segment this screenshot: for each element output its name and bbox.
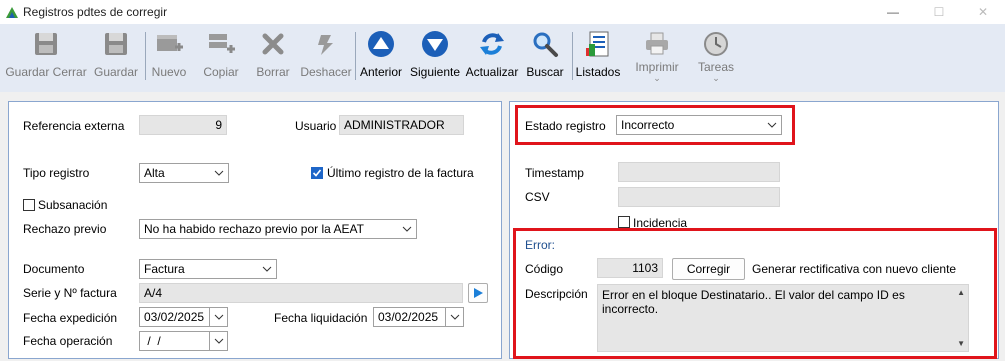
serie-lookup-button[interactable] [468,283,488,303]
documento-value: Factura [144,262,185,276]
delete-icon [257,29,289,59]
fecha-liquidacion-value: 03/02/2025 [378,310,439,324]
copy-icon [205,29,237,59]
estado-registro-select[interactable]: Incorrecto [616,115,782,135]
close-button[interactable]: ✕ [960,0,1005,24]
arrow-up-icon [365,29,397,59]
chevron-down-icon [258,260,276,278]
toolbar-separator [145,32,146,80]
codigo-label: Código [525,262,564,276]
arrow-down-icon [419,29,451,59]
documento-label: Documento [23,262,85,276]
rechazo-previo-select[interactable]: No ha habido rechazo previo por la AEAT [139,219,417,239]
tipo-registro-select[interactable]: Alta [139,163,229,183]
scroll-down-icon[interactable]: ▼ [957,339,965,348]
subsanacion-checkbox[interactable] [23,199,35,211]
fecha-expedicion-field[interactable]: 03/02/2025 [139,307,228,327]
generar-rectificativa-label: Generar rectificativa con nuevo cliente [752,262,957,276]
descripcion-value: Error en el bloque Destinatario.. El val… [602,288,905,316]
siguiente-button[interactable]: Siguiente [408,24,462,92]
incidencia-checkbox[interactable] [618,216,630,228]
chevron-down-icon[interactable] [209,308,227,326]
serie-factura-label: Serie y Nº factura [23,286,117,300]
listados-button[interactable]: Listados [574,24,622,92]
guardar-cerrar-button[interactable]: Guardar Cerrar [5,24,87,92]
ultimo-registro-label: Último registro de la factura [327,166,474,180]
clock-icon [700,29,732,59]
chevron-down-icon [210,164,228,182]
report-list-icon [582,29,614,59]
serie-factura-field[interactable]: A/4 [139,283,463,303]
ultimo-registro-checkbox[interactable] [311,167,323,179]
save-icon [100,29,132,59]
subsanacion-label: Subsanación [38,198,108,212]
tipo-registro-value: Alta [144,166,165,180]
fecha-expedicion-value: 03/02/2025 [144,310,205,324]
anterior-button[interactable]: Anterior [357,24,405,92]
fecha-liquidacion-field[interactable]: 03/02/2025 [373,307,464,327]
refresh-icon [476,29,508,59]
check-icon [312,169,322,177]
error-section-label: Error: [525,238,555,252]
csv-label: CSV [525,190,550,204]
window-title: Registros pdtes de corregir [23,5,168,19]
estado-registro-value: Incorrecto [621,118,675,132]
chevron-down-icon [763,116,781,134]
chevron-down-icon: ⌄ [653,73,661,83]
tareas-button[interactable]: Tareas ⌄ [694,24,738,92]
rechazo-previo-label: Rechazo previo [23,222,107,236]
csv-field[interactable] [618,187,780,207]
maximize-button[interactable]: ☐ [916,0,962,24]
codigo-field[interactable]: 1103 [597,258,663,278]
corregir-button[interactable]: Corregir [672,258,745,280]
play-icon [474,288,483,298]
scroll-up-icon[interactable]: ▲ [957,288,965,297]
timestamp-label: Timestamp [525,166,584,180]
toolbar: Guardar Cerrar Guardar Nuevo Copiar Borr… [0,24,1005,92]
chevron-down-icon [398,220,416,238]
usuario-field[interactable]: ADMINISTRADOR [339,115,464,135]
actualizar-button[interactable]: Actualizar [464,24,520,92]
fecha-liquidacion-label: Fecha liquidación [274,311,368,325]
new-icon [153,29,185,59]
app-icon [6,7,18,18]
descripcion-textarea[interactable]: Error en el bloque Destinatario.. El val… [597,284,969,352]
imprimir-button[interactable]: Imprimir ⌄ [632,24,682,92]
registro-panel: Referencia externa 9 Usuario ADMINISTRAD… [8,101,502,359]
borrar-button[interactable]: Borrar [252,24,294,92]
fecha-expedicion-label: Fecha expedición [23,311,118,325]
fecha-operacion-label: Fecha operación [23,334,113,348]
minimize-button[interactable]: — [870,0,916,24]
fecha-operacion-field[interactable]: / / [139,331,228,351]
title-bar: Registros pdtes de corregir — ☐ ✕ [0,0,1005,24]
chevron-down-icon[interactable] [209,332,227,350]
usuario-label: Usuario [295,119,337,133]
copiar-button[interactable]: Copiar [199,24,243,92]
timestamp-field[interactable] [618,162,780,182]
deshacer-button[interactable]: Deshacer [300,24,352,92]
buscar-button[interactable]: Buscar [524,24,566,92]
referencia-externa-field[interactable]: 9 [139,115,227,135]
rechazo-previo-value: No ha habido rechazo previo por la AEAT [144,222,364,236]
referencia-externa-label: Referencia externa [23,119,125,133]
fecha-operacion-value: / / [144,334,161,348]
chevron-down-icon: ⌄ [712,73,720,83]
save-close-icon [30,29,62,59]
estado-registro-label: Estado registro [525,119,606,133]
chevron-down-icon[interactable] [445,308,463,326]
toolbar-separator [355,32,356,80]
undo-icon [310,29,342,59]
descripcion-label: Descripción [525,287,588,301]
printer-icon [641,29,673,59]
guardar-button[interactable]: Guardar [92,24,140,92]
nuevo-button[interactable]: Nuevo [148,24,190,92]
search-icon [529,29,561,59]
tipo-registro-label: Tipo registro [23,166,90,180]
estado-panel: Estado registro Incorrecto Timestamp CSV… [509,101,999,359]
documento-select[interactable]: Factura [139,259,277,279]
toolbar-separator [572,32,573,80]
